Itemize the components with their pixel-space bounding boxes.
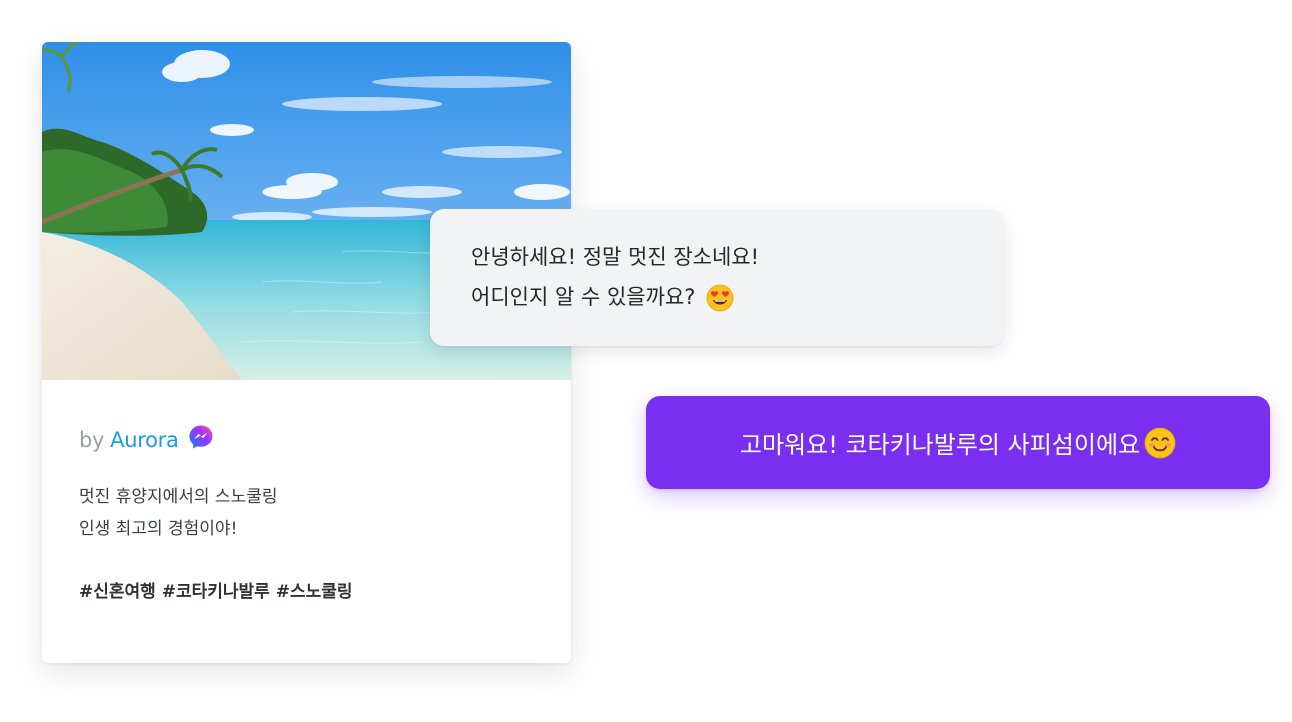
byline: by Aurora (79, 425, 539, 455)
author-link[interactable]: Aurora (110, 428, 179, 452)
incoming-message-line: 안녕하세요! 정말 멋진 장소네요! (471, 245, 760, 269)
outgoing-message-bubble: 고마워요! 코타키나발루의 사피섬이에요 (646, 396, 1270, 489)
incoming-message-line: 어디인지 알 수 있을까요? (471, 285, 696, 309)
heart-eyes-emoji-icon (706, 284, 734, 312)
incoming-message-bubble: 안녕하세요! 정말 멋진 장소네요! 어디인지 알 수 있을까요? (430, 209, 1004, 346)
smiling-face-emoji-icon (1144, 427, 1176, 458)
caption-line: 인생 최고의 경험이야! (79, 519, 238, 539)
post-caption: 멋진 휴양지에서의 스노쿨링 인생 최고의 경험이야! (79, 481, 539, 545)
post-body: by Aurora 멋진 휴양지에서의 스노쿨링 인생 최고의 경험이야! #신… (79, 425, 539, 602)
post-card: by Aurora 멋진 휴양지에서의 스노쿨링 인생 최고의 경험이야! #신… (42, 42, 571, 663)
caption-line: 멋진 휴양지에서의 스노쿨링 (79, 487, 278, 507)
canvas: by Aurora 멋진 휴양지에서의 스노쿨링 인생 최고의 경험이야! #신… (0, 0, 1292, 722)
messenger-icon[interactable] (188, 424, 214, 450)
post-hashtags[interactable]: #신혼여행 #코타키나발루 #스노쿨링 (79, 577, 539, 602)
outgoing-message-text: 고마워요! 코타키나발루의 사피섬이에요 (739, 431, 1141, 459)
by-prefix: by (79, 428, 105, 452)
